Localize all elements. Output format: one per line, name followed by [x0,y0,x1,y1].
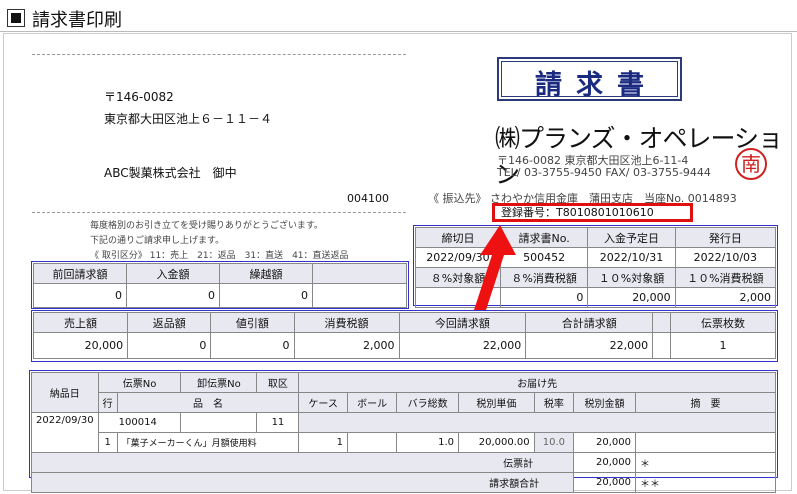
doc-title-box: 請求書 [497,57,682,101]
wholesale-slip [180,412,258,433]
header-divider [0,31,797,32]
summary-header: 伝票枚数 [669,312,777,333]
case-qty: 1 [298,432,348,453]
unit-price: 20,000.00 [458,432,535,453]
sales-amount: 20,000 [32,332,129,359]
prev-header: 繰越額 [219,263,313,284]
destination-value [298,412,776,433]
item-name: 「菓子メーカーくん」月額使用料 [116,432,300,453]
summary-blank [652,332,671,359]
prev-header: 入金額 [126,263,220,284]
recipient-address: 東京都大田区池上６－１１－４ [104,112,273,126]
company-tel-fax: TEL/ 03-3755-9450 FAX/ 03-3755-9444 [497,166,711,179]
page-title: 請求書印刷 [32,10,122,31]
summary-header: 値引額 [210,312,295,333]
line-remark [635,432,776,453]
col-destination: お届け先 [298,372,776,393]
dashed-divider [32,54,406,55]
col-rate: 税率 [533,392,575,413]
bara-qty: 1.0 [396,432,460,453]
tax-header: １０%対象額 [587,267,676,288]
note-line-3: 《 取引区分》 11：売上 21：返品 31：直送 41：直送返品 [90,251,349,261]
summary-header: 今回請求額 [398,312,527,333]
detail-table: 納品日 伝票No 卸伝票No 取区 お届け先 行 品 名 ケース ボール バラ総… [30,372,776,493]
total-billing: 22,000 [525,332,654,359]
tax-10-amount: 2,000 [674,287,777,308]
col-row: 行 [97,392,118,413]
customer-code: 004100 [347,192,389,205]
recipient-name: ABC製菓株式会社 御中 [104,166,237,180]
slip-total: 20,000 [573,452,636,473]
payment-due-date: 2022/10/31 [587,247,676,268]
summary-header: 合計請求額 [525,312,654,333]
trade-kubun: 11 [256,412,300,433]
dashed-divider [32,212,406,213]
line-number: 1 [97,432,118,453]
col-case: ケース [298,392,348,413]
ball-qty [346,432,398,453]
col-slip: 伝票No [97,372,182,393]
carried-over: 0 [219,283,313,308]
note-line-2: 下記の通りご請求申し上げます。 [90,236,225,246]
red-arrow-annotation [474,225,516,310]
grand-total: 20,000 [573,472,636,493]
prev-header: 前回請求額 [33,263,127,284]
info-header: 発行日 [674,227,777,248]
issue-date: 2022/10/03 [674,247,777,268]
col-bara: バラ総数 [396,392,460,413]
tax-rate: 10.0 [533,432,575,453]
summary-header: 返品額 [127,312,212,333]
col-amount: 税別金額 [573,392,636,413]
summary-header: 消費税額 [293,312,400,333]
col-item: 品 名 [116,392,300,413]
discount-amount: 0 [210,332,295,359]
company-seal-stamp: 南 [735,148,767,180]
col-date: 納品日 [31,372,99,413]
prev-balance-table: 前回請求額 入金額 繰越額 0 0 0 [33,263,407,308]
info-header: 入金予定日 [587,227,676,248]
tax-header: １０%消費税額 [674,267,777,288]
return-amount: 0 [127,332,212,359]
col-kubun: 取区 [256,372,300,393]
col-ball: ボール [346,392,398,413]
line-amount: 20,000 [573,432,636,453]
col-wslip: 卸伝票No [180,372,258,393]
slip-number: 100014 [97,412,182,433]
window-icon [7,9,25,27]
slip-count: 1 [669,332,777,359]
arrow-shape [474,225,516,310]
summary-header [652,312,671,333]
col-remark: 摘 要 [635,392,776,413]
consumption-tax: 2,000 [293,332,400,359]
received-amount: 0 [126,283,220,308]
col-price: 税別単価 [458,392,535,413]
registration-number-highlight: 登録番号：T8010801010610 [492,203,693,222]
prev-billed: 0 [33,283,127,308]
slip-total-mark: ＊ [635,452,776,473]
summary-table: 売上額 返品額 値引額 消費税額 今回請求額 合計請求額 伝票枚数 20,000… [32,312,777,359]
recipient-postal: 〒146-0082 [104,90,174,104]
grand-total-mark: ＊＊ [635,472,776,493]
note-line-1: 毎度格別のお引き立てを受け賜りありがとうございます。 [90,221,323,231]
prev-blank [312,283,407,308]
doc-title: 請求書 [535,70,658,101]
prev-header [312,263,407,284]
summary-header: 売上額 [32,312,129,333]
grand-total-label: 請求額合計 [30,472,575,493]
tax-10-base: 20,000 [587,287,676,308]
delivery-date: 2022/09/30 [31,412,99,453]
slip-total-label: 伝票計 [30,452,575,473]
current-billing: 22,000 [398,332,527,359]
